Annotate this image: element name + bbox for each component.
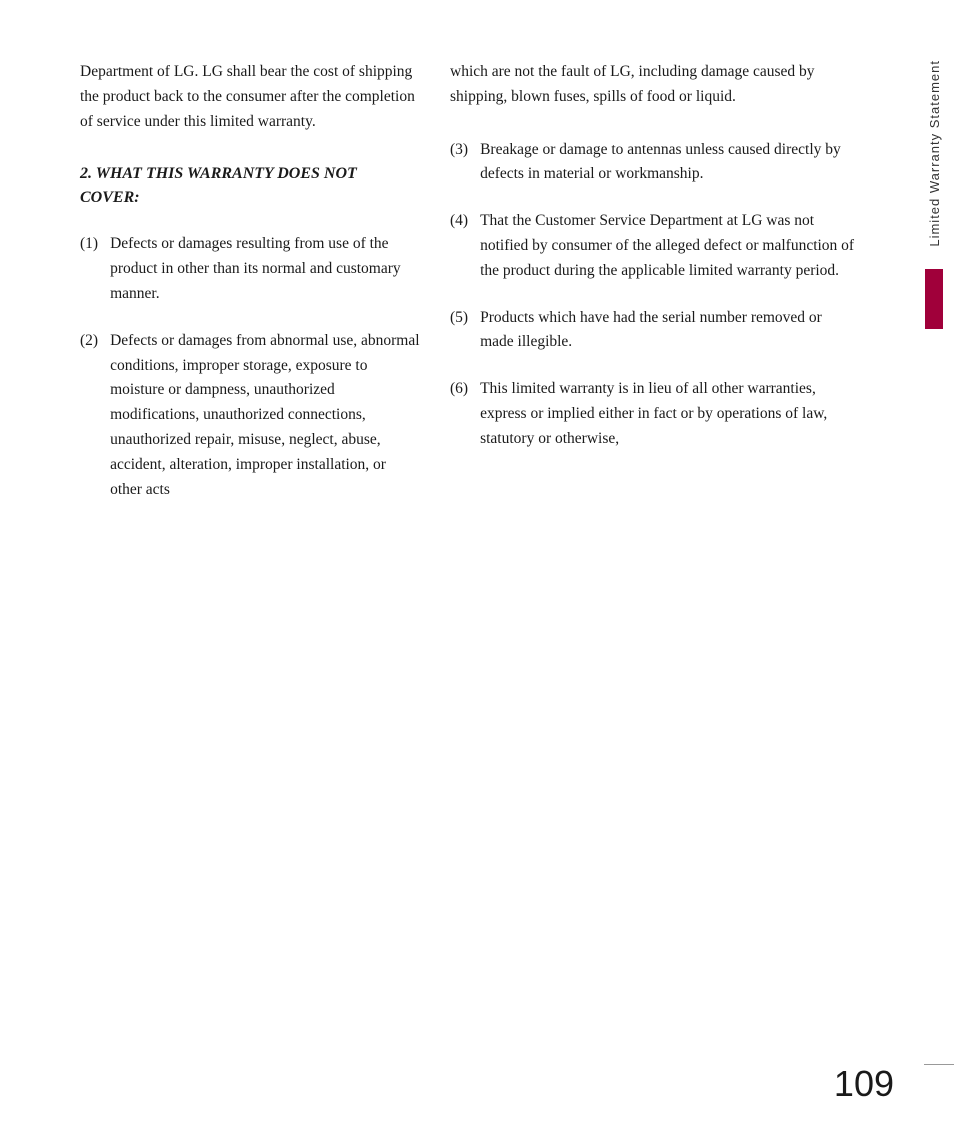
list-item-6: (6) This limited warranty is in lieu of … (450, 377, 859, 451)
page-container: Department of LG. LG shall bear the cost… (0, 0, 954, 1145)
intro-paragraph: Department of LG. LG shall bear the cost… (80, 60, 420, 134)
list-number-5: (5) (450, 306, 468, 331)
section-heading: 2. WHAT THIS WARRANTY DOES NOT COVER: (80, 162, 420, 210)
sidebar-text-wrapper: Limited Warranty Statement (914, 0, 954, 1145)
left-column: Department of LG. LG shall bear the cost… (80, 60, 420, 1085)
page-number: 109 (834, 1063, 894, 1105)
sidebar-label: Limited Warranty Statement (927, 60, 942, 247)
sidebar-line (924, 1064, 954, 1065)
list-text-5: Products which have had the serial numbe… (480, 306, 859, 356)
list-number-4: (4) (450, 209, 468, 234)
list-text-2: Defects or damages from abnormal use, ab… (110, 329, 420, 503)
list-text-1: Defects or damages resulting from use of… (110, 232, 420, 306)
list-item-4: (4) That the Customer Service Department… (450, 209, 859, 283)
sidebar: Limited Warranty Statement (899, 0, 954, 1145)
list-item-2: (2) Defects or damages from abnormal use… (80, 329, 420, 503)
list-number-1: (1) (80, 232, 98, 257)
list-item-5: (5) Products which have had the serial n… (450, 306, 859, 356)
main-content: Department of LG. LG shall bear the cost… (0, 0, 899, 1145)
right-column: which are not the fault of LG, including… (450, 60, 859, 1085)
right-intro-paragraph: which are not the fault of LG, including… (450, 60, 859, 110)
sidebar-accent-bar (925, 269, 943, 329)
list-text-4: That the Customer Service Department at … (480, 209, 859, 283)
two-column-layout: Department of LG. LG shall bear the cost… (80, 60, 859, 1085)
list-text-3: Breakage or damage to antennas unless ca… (480, 138, 859, 188)
list-number-2: (2) (80, 329, 98, 354)
list-item-1: (1) Defects or damages resulting from us… (80, 232, 420, 306)
list-item-3: (3) Breakage or damage to antennas unles… (450, 138, 859, 188)
list-text-6: This limited warranty is in lieu of all … (480, 377, 859, 451)
list-number-6: (6) (450, 377, 468, 402)
list-number-3: (3) (450, 138, 468, 163)
